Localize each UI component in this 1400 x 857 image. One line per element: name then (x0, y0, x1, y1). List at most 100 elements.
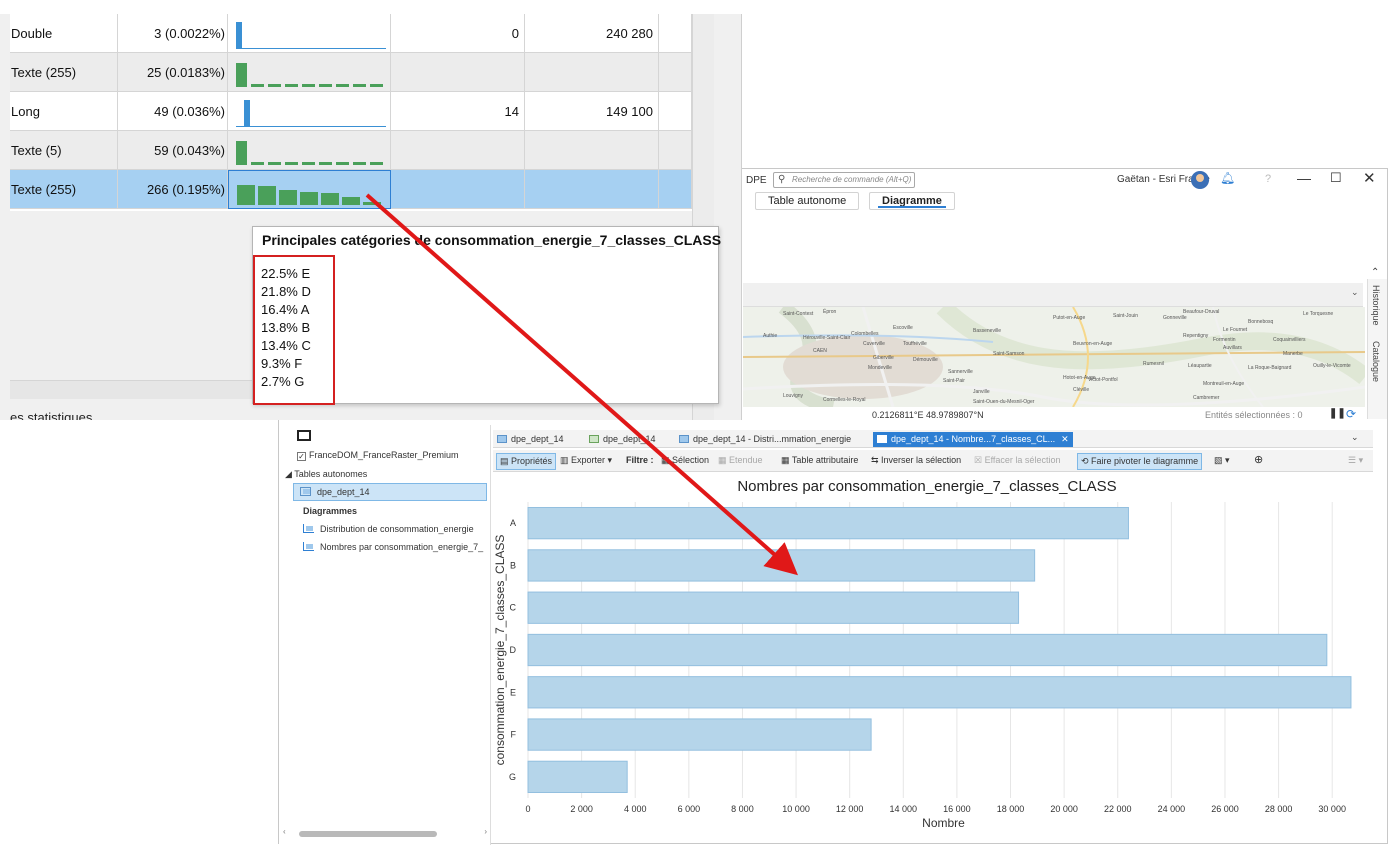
maximize-button[interactable]: ☐ (1330, 170, 1342, 186)
close-button[interactable]: ✕ (1363, 169, 1376, 187)
view-tab-table[interactable]: dpe_dept_14 (493, 432, 568, 447)
scroll-right-icon[interactable]: › (484, 827, 487, 836)
map-place-label: Bonnebosq (1248, 319, 1274, 325)
map-place-label: Saint-Samson (993, 351, 1025, 357)
chart-y-axis-label: consommation_energie_7_classes_CLASS (493, 535, 507, 766)
close-tab-icon[interactable]: ✕ (1061, 434, 1069, 444)
command-search-input[interactable]: ⚲ Recherche de commande (Alt+Q) (773, 172, 915, 188)
layer-checkbox[interactable]: ✓ (297, 452, 306, 461)
tooltip-item: 22.5% E (261, 266, 311, 281)
mini-chart[interactable] (237, 177, 389, 207)
contents-scrollbar[interactable]: ‹ › (283, 827, 487, 840)
mini-chart-bar (319, 162, 332, 165)
refresh-icon[interactable]: ⟳ (1346, 407, 1356, 421)
x-tick-label: 22 000 (1104, 804, 1132, 814)
map-place-label: Rumesnil (1143, 361, 1164, 367)
mini-chart[interactable] (236, 59, 388, 89)
bar-chart-icon (303, 542, 314, 551)
draw-order-icon[interactable] (297, 430, 311, 441)
x-tick-label: 0 (525, 804, 530, 814)
max-value-cell (525, 53, 659, 92)
stats-row[interactable]: Texte (255) 25 (0.0183%) (10, 53, 692, 92)
tabs-menu-chevron-icon[interactable]: ⌄ (1351, 432, 1359, 443)
map-place-label: Gonneville (1163, 315, 1187, 321)
select-tool-dropdown[interactable]: ▧ ▾ (1211, 453, 1233, 468)
list-menu-icon[interactable]: ☰ ▾ (1345, 453, 1366, 468)
scroll-thumb[interactable] (299, 831, 437, 837)
x-tick-label: 16 000 (943, 804, 971, 814)
bar-f[interactable] (527, 718, 872, 751)
chevron-down-icon[interactable]: ⌄ (1351, 287, 1359, 298)
stats-row[interactable]: Double 3 (0.0022%) 0 240 280 (10, 14, 692, 53)
user-avatar[interactable] (1191, 171, 1209, 189)
mini-chart[interactable] (236, 137, 388, 167)
rotate-chart-label: Faire pivoter le diagramme (1091, 456, 1199, 466)
view-tab-distribution-chart[interactable]: dpe_dept_14 - Distri...mmation_energie (675, 432, 855, 447)
extra-cell (659, 53, 692, 92)
bar-chart[interactable]: Nombres par consommation_energie_7_class… (493, 472, 1373, 844)
ribbon-tab-diagramme[interactable]: Diagramme (869, 192, 955, 210)
mini-chart-bar (251, 84, 264, 87)
ribbon-tab-table-autonome[interactable]: Table autonome (755, 192, 860, 210)
scroll-left-icon[interactable]: ‹ (283, 827, 286, 836)
histogram-chart-icon (679, 435, 689, 443)
map-place-label: Formentin (1213, 337, 1236, 343)
mini-chart[interactable] (236, 20, 388, 50)
basemap-layer-item[interactable]: ✓ FranceDOM_FranceRaster_Premium (297, 450, 459, 461)
properties-button[interactable]: ▤ Propriétés (496, 453, 557, 470)
map-place-label: Beaufour-Druval (1183, 309, 1219, 315)
chevron-up-icon[interactable]: ⌃ (1371, 267, 1379, 278)
attribute-table-button[interactable]: ▦ Table attributaire (778, 453, 861, 468)
map-view[interactable]: Saint-Contest Épron Colombelles Escoville Au… (743, 307, 1365, 407)
y-category-label: F (511, 730, 517, 740)
bar-d[interactable] (527, 633, 1328, 667)
clear-selection-button[interactable]: ☒ Effacer la sélection (971, 453, 1063, 468)
expand-triangle-icon[interactable]: ◢ (285, 469, 294, 479)
y-category-label: B (510, 560, 516, 570)
x-tick-label: 30 000 (1318, 804, 1346, 814)
filter-extent-button[interactable]: ▦ Etendue (715, 453, 766, 468)
invert-selection-button[interactable]: ⇆ Inverser la sélection (868, 453, 964, 468)
help-icon[interactable]: ? (1265, 173, 1271, 185)
min-value-cell (391, 53, 525, 92)
rotate-chart-button[interactable]: ⟲ Faire pivoter le diagramme (1077, 453, 1203, 470)
pause-drawing-button[interactable]: ❚❚ (1329, 408, 1346, 419)
standalone-tables-group[interactable]: ◢ Tables autonomes (285, 469, 367, 480)
notification-icon[interactable]: 🔔︎ (1220, 171, 1235, 185)
table-item-dpe-dept-14[interactable]: dpe_dept_14 (293, 483, 487, 501)
stats-row[interactable]: Long 49 (0.036%) 14 149 100 (10, 92, 692, 131)
tab-historique[interactable]: Historique (1371, 285, 1381, 326)
chart-bars[interactable] (527, 506, 1352, 794)
extra-cell (659, 131, 692, 170)
invert-selection-icon: ⇆ (871, 455, 882, 465)
side-dock-tabs: Historique Catalogue (1367, 279, 1387, 419)
bar-a[interactable] (527, 506, 1129, 540)
zoom-icon[interactable]: ⊕ (1251, 451, 1266, 468)
field-type-cell: Texte (5) (10, 131, 118, 170)
view-tab-bar-chart-active[interactable]: dpe_dept_14 - Nombre...7_classes_CL... ✕ (873, 432, 1073, 447)
tab-catalogue[interactable]: Catalogue (1371, 341, 1381, 382)
x-tick-label: 18 000 (997, 804, 1025, 814)
mini-chart[interactable] (236, 98, 388, 128)
map-place-label: Cuverville (863, 341, 885, 347)
chart-x-ticks: 0 2 000 4 000 6 000 8 000 10 000 12 000 14 000 1… (525, 804, 1345, 814)
x-tick-label: 28 000 (1265, 804, 1293, 814)
map-place-label: Louvigny (783, 393, 804, 399)
ribbon-panel (743, 221, 1387, 283)
view-tab-map[interactable]: dpe_dept_14 (585, 432, 660, 447)
bar-b[interactable] (527, 549, 1036, 582)
stats-row[interactable]: Texte (5) 59 (0.043%) (10, 131, 692, 170)
map-place-label: Janville (973, 389, 990, 395)
map-place-label: Repentigny (1183, 333, 1209, 339)
chart-item-distribution[interactable]: Distribution de consommation_energie (303, 524, 474, 534)
bar-e[interactable] (527, 676, 1352, 709)
bar-c[interactable] (527, 591, 1020, 624)
chart-item-nombres[interactable]: Nombres par consommation_energie_7_ (303, 542, 483, 552)
export-button[interactable]: ▥ Exporter ▾ (557, 453, 615, 468)
minimize-button[interactable]: — (1297, 170, 1311, 186)
tooltip-item: 13.4% C (261, 338, 311, 353)
filter-selection-button[interactable]: ▦ Sélection (658, 453, 712, 468)
stats-row[interactable]: Texte (255) 266 (0.195%) (10, 170, 692, 209)
bar-g[interactable] (527, 760, 628, 794)
clear-selection-label: Effacer la sélection (984, 455, 1061, 465)
